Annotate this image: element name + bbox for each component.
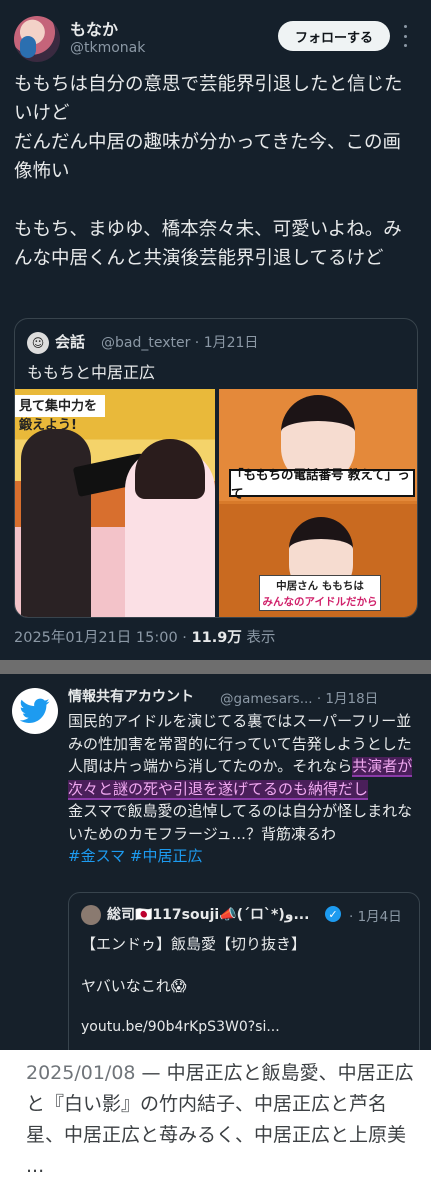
image-caption-bottom-line2: みんなのアイドルだから [262, 596, 378, 608]
image-banner-text: 見て集中力を鍛えよう! [15, 395, 105, 433]
quoted-avatar: ☺ [27, 332, 49, 354]
quoted-image-left[interactable]: 見て集中力を鍛えよう! [15, 389, 215, 617]
main-tweet: もなか @tkmonak フォローする ももちは自分の意思で芸能界引退したと信じ… [0, 0, 431, 660]
quoted-media[interactable]: 見て集中力を鍛えよう! 「ももちの電話番号 教えて」って 中居さん ももちは み… [15, 389, 417, 617]
quoted-name-2: 総司🇯🇵117souji📣(´ロ`*)ﻭ... [107, 907, 310, 923]
twitter-bird-icon[interactable] [12, 688, 58, 734]
second-tweet: 情報共有アカウント @gamesars... · 1月18日 国民的アイドルを演… [0, 674, 431, 1062]
views-count: 11.9万 [191, 630, 242, 646]
display-name-2[interactable]: 情報共有アカウント [68, 686, 194, 706]
tweet-line-gap [14, 186, 419, 215]
tweet-text: ももちは自分の意思で芸能界引退したと信じたいけど だんだん中居の趣味が分かってき… [14, 70, 419, 273]
tweet-text-2: 国民的アイドルを演じてる裏ではスーパーフリー並みの性加害を常習的に行っていて告発… [68, 710, 416, 868]
section-divider [0, 660, 431, 674]
user-handle[interactable]: @tkmonak [70, 40, 145, 56]
hashtags[interactable]: #金スマ #中居正広 [68, 847, 202, 865]
tweet-line: ももち、まゆゆ、橋本奈々未、可愛いよね。みんな中居くんと共演後芸能界引退してるけ… [14, 219, 402, 269]
snippet-text: 2025/01/08 — 中居正広と飯島愛、中居正広と『白い影』の竹内結子、中居… [26, 1058, 418, 1182]
tweet-line: ももちは自分の意思で芸能界引退したと信じたいけど [14, 74, 403, 124]
image-caption-top: 「ももちの電話番号 教えて」って [229, 467, 415, 501]
handle-date-2[interactable]: @gamesars... · 1月18日 [220, 687, 378, 707]
quoted-handle-date: @bad_texter · 1月21日 [101, 335, 259, 351]
tweet-line: だんだん中居の趣味が分かってきた今、この画像怖い [14, 132, 402, 182]
user-avatar[interactable] [14, 16, 60, 62]
more-options-icon[interactable] [398, 25, 412, 47]
tweet-timestamp[interactable]: 2025年01月21日 15:00 · [14, 630, 192, 646]
quoted-avatar-2 [81, 905, 101, 925]
text-after: 金スマで飯島愛の追悼してるのは自分が怪しまれないためのカモフラージュ...？背筋… [68, 802, 413, 843]
quoted-text: ももちと中居正広 [27, 363, 156, 382]
quoted-tweet-2[interactable]: 総司🇯🇵117souji📣(´ロ`*)ﻭ... ✓ · 1月4日 【エンドゥ】飯… [68, 892, 420, 1062]
quoted-date-2: · 1月4日 [349, 909, 402, 925]
search-result-snippet: 2025/01/08 — 中居正広と飯島愛、中居正広と『白い影』の竹内結子、中居… [0, 1050, 431, 1200]
quoted-name: 会話 [55, 333, 86, 351]
verified-icon: ✓ [325, 906, 341, 922]
follow-button[interactable]: フォローする [278, 21, 390, 51]
quoted-link[interactable]: youtu.be/90b4rKpS3W0?si... [81, 1019, 280, 1035]
image-caption-bottom: 中居さん ももちは みんなのアイドルだから [259, 575, 381, 611]
quoted-image-right[interactable]: 「ももちの電話番号 教えて」って 中居さん ももちは みんなのアイドルだから [219, 389, 417, 617]
display-name[interactable]: もなか [70, 16, 118, 40]
views-label: 表示 [241, 630, 276, 646]
tweet-meta: 2025年01月21日 15:00 · 11.9万 表示 [14, 626, 275, 647]
image-caption-bottom-line1: 中居さん ももちは [276, 580, 364, 592]
quoted-line-2: ヤバいなこれ😱 [81, 977, 187, 995]
quoted-tweet[interactable]: ☺ 会話 @bad_texter · 1月21日 ももちと中居正広 見て集中力を… [14, 318, 418, 618]
quoted-line-1: 【エンドゥ】飯島愛【切り抜き】 [81, 935, 307, 953]
snippet-date: 2025/01/08 [26, 1062, 136, 1084]
